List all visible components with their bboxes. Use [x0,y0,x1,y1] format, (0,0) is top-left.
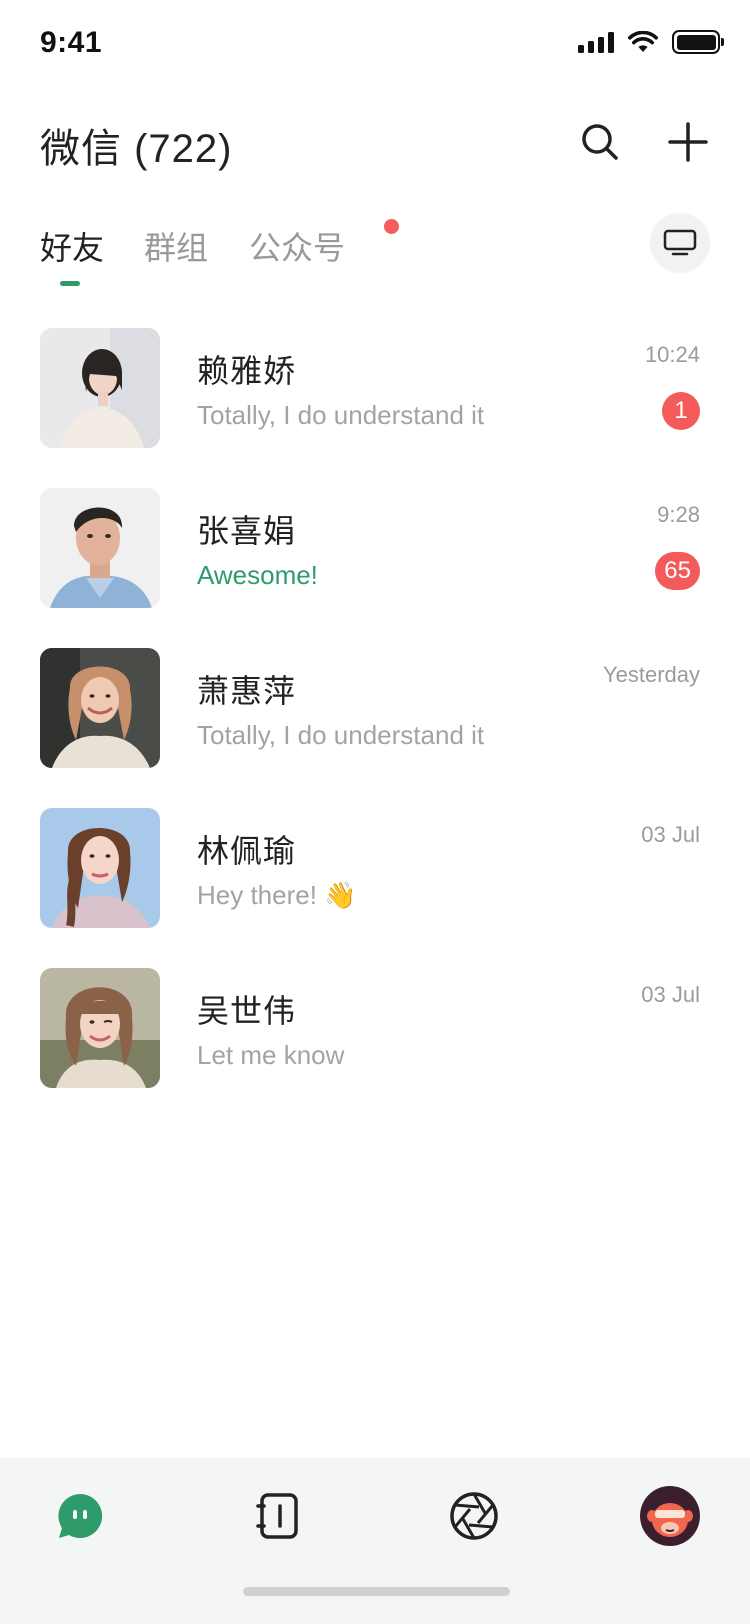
avatar [40,648,160,768]
nav-chats[interactable] [50,1486,110,1546]
message-preview: Totally, I do understand it [197,720,485,750]
search-button[interactable] [578,120,622,164]
unread-badge: 1 [662,392,700,430]
contacts-book-icon [256,1493,298,1539]
bottom-nav [0,1458,750,1624]
wifi-icon [628,31,658,52]
avatar [40,808,160,928]
status-icons [578,30,724,54]
plus-icon [668,122,708,162]
nav-discover[interactable] [444,1486,504,1546]
tab-friends[interactable]: 好友 [40,223,104,269]
active-tab-indicator [60,281,80,286]
tab-official-accounts[interactable]: 公众号 [249,223,345,269]
nav-me[interactable] [640,1486,700,1546]
contact-name: 林佩瑜 [197,833,297,869]
chat-row[interactable]: 吴世伟 Let me know 03 Jul [40,968,700,1128]
message-time: 03 Jul [641,822,700,847]
avatar [40,488,160,608]
monitor-icon [663,229,697,256]
avatar [40,968,160,1088]
monkey-avatar-icon [640,1486,700,1546]
chat-list: 赖雅娇 Totally, I do understand it 10:24 1 … [40,328,700,1128]
search-icon [582,124,618,160]
contact-name: 吴世伟 [197,993,297,1029]
message-preview: Totally, I do understand it [197,400,485,430]
notification-dot [384,219,399,234]
cellular-signal-icon [578,31,614,53]
header: 微信 (722) [40,110,710,180]
chat-row[interactable]: 萧惠萍 Totally, I do understand it Yesterda… [40,648,700,808]
chat-row[interactable]: 张喜娟 Awesome! 9:28 65 [40,488,700,648]
status-bar: 9:41 [0,0,750,90]
chat-row[interactable]: 赖雅娇 Totally, I do understand it 10:24 1 [40,328,700,488]
chat-row[interactable]: 林佩瑜 Hey there! 👋 03 Jul [40,808,700,968]
add-button[interactable] [666,120,710,164]
message-preview: Awesome! [197,560,318,590]
message-preview: Hey there! 👋 [197,880,357,910]
contact-name: 张喜娟 [197,513,297,549]
contact-name: 赖雅娇 [197,353,297,389]
tv-button[interactable] [650,213,710,273]
message-time: 9:28 [657,502,700,527]
message-preview: Let me know [197,1040,345,1070]
status-time: 9:41 [40,26,103,59]
page-title: 微信 (722) [40,127,233,171]
unread-badge: 65 [655,552,700,590]
home-indicator [243,1587,510,1596]
chat-bubble-icon [58,1493,103,1538]
header-actions [578,120,710,164]
camera-aperture-icon [450,1492,498,1540]
nav-contacts[interactable] [248,1486,308,1546]
message-time: 10:24 [644,342,700,367]
avatar [40,328,160,448]
message-time: Yesterday [602,662,700,687]
tab-groups[interactable]: 群组 [144,223,208,269]
tab-bar: 好友 群组 公众号 [40,213,710,286]
battery-icon [672,30,724,54]
contact-name: 萧惠萍 [197,673,297,709]
message-time: 03 Jul [641,982,700,1007]
